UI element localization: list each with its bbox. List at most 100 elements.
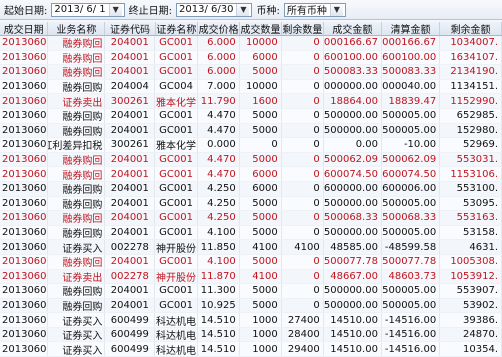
table-cell: 5000 [240, 254, 282, 269]
table-row[interactable]: 20130606 融券购回 204001 GC001 4.100 5000 0 500077.… [0, 254, 502, 270]
table-cell: 0 [282, 138, 324, 152]
table-row[interactable]: 20130604 融券购回 204001 GC001 4.470 5000 0 500062.… [0, 152, 502, 168]
table-cell: 0 [282, 181, 324, 196]
table-cell: 1134151. [440, 79, 502, 94]
table-cell: 500000.00 [324, 123, 382, 138]
table-cell: 20130607 [2, 313, 49, 327]
table-cell: 20130603 [2, 79, 49, 94]
table-cell: -14516.00 [382, 342, 441, 357]
table-cell: 融券回购 [48, 225, 106, 240]
table-row[interactable]: 20130607 证券买入 600499 科达机电 14.510 1000 29400 145… [0, 342, 502, 357]
table-cell: 证券卖出 [48, 269, 106, 284]
table-row[interactable]: 20130604 融券购回 204001 GC001 4.470 6000 0 600074.… [0, 167, 502, 182]
table-cell: 10000 [240, 79, 282, 94]
table-cell: 5000 [240, 65, 282, 79]
table-row[interactable]: 20130604 融券回购 204001 GC001 4.250 5000 0 500000.… [0, 196, 502, 212]
column-header[interactable]: 成交价格 [198, 22, 241, 35]
column-header[interactable]: 成交日期 [0, 22, 49, 35]
table-row[interactable]: 20130603融券购回204001GC0016.000100000100016… [0, 36, 502, 51]
table-row[interactable]: 20130606 融券回购 204001 GC001 11.300 5000 0 500000… [0, 284, 502, 299]
table-cell: 科达机电 [155, 327, 198, 342]
table-row[interactable]: 20130607 证券买入 600499 科达机电 14.510 1000 28400 145… [0, 327, 502, 343]
table-cell: 500000.00 [324, 284, 382, 298]
start-date-picker[interactable]: 2013/ 6/ 1 ▼ [51, 2, 125, 17]
table-cell: 5000 [240, 123, 282, 138]
table-header: 成交日期 业务名称 证券代码 证券名称 成交价格 成交数量 剩余数量 成交金额 … [0, 22, 502, 36]
table-row[interactable]: 20130606 证券卖出 002278 神开股份 11.870 4100 0 48667.0… [0, 269, 502, 285]
table-row[interactable]: 20130607 证券买入 600499 科达机电 14.510 1000 27400 145… [0, 313, 502, 328]
table-cell: 神开股份 [155, 240, 198, 254]
column-header[interactable]: 证券代码 [105, 22, 156, 35]
table-row[interactable]: 20130605 融券回购 204001 GC001 4.100 5000 0 500000.… [0, 225, 502, 241]
transactions-table: 成交日期 业务名称 证券代码 证券名称 成交价格 成交数量 剩余数量 成交金额 … [0, 22, 502, 357]
chevron-down-icon[interactable]: ▼ [329, 3, 343, 16]
table-cell: 39386. [440, 313, 502, 327]
currency-label: 币种: [256, 6, 280, 17]
table-cell: 融券回购 [48, 196, 106, 211]
table-row[interactable]: 20130603融券回购204004GC0047.000100000100000… [0, 79, 502, 95]
column-header[interactable]: 剩余金额 [440, 22, 502, 35]
table-cell: 10354. [440, 342, 502, 357]
table-row[interactable]: 20130603 证券卖出 300261 雅本化学 11.790 1600 0 18864.0… [0, 94, 502, 109]
table-cell: 204001 [105, 196, 156, 211]
table-row[interactable]: 20130604股息红利差异扣税300261雅本化学0.000000.00-10… [0, 138, 502, 153]
table-cell: 20130604 [2, 138, 49, 152]
table-row[interactable]: 20130605 融券购回 204001 GC001 4.250 5000 0 500068.… [0, 211, 502, 226]
currency-select[interactable]: 所有币种 ▼ [283, 2, 346, 17]
end-date-value: 2013/ 6/30 [179, 4, 234, 15]
table-cell: -600006.00 [382, 181, 441, 196]
table-cell: 1000 [240, 327, 282, 342]
table-cell: 204001 [105, 284, 156, 298]
column-header[interactable]: 成交金额 [324, 22, 382, 35]
table-row[interactable]: 20130603 融券购回 204001 GC001 6.000 5000 0 500083.… [0, 65, 502, 80]
table-cell: GC001 [155, 211, 198, 225]
table-cell: 4631. [440, 240, 502, 254]
table-cell: 204001 [105, 181, 156, 196]
table-cell: GC001 [155, 196, 198, 211]
table-cell: 1000 [240, 313, 282, 327]
table-cell: 0 [282, 269, 324, 284]
table-cell: 20130604 [2, 181, 49, 196]
table-cell: 证券买入 [48, 313, 106, 327]
table-row[interactable]: 20130603 融券回购 204001 GC001 4.470 5000 0 500000.… [0, 108, 502, 124]
table-cell: 股息红利差异扣税 [48, 138, 106, 152]
column-header[interactable]: 清算金额 [382, 22, 441, 35]
table-cell: 0.00 [324, 138, 382, 152]
column-header[interactable]: 业务名称 [48, 22, 106, 35]
table-row[interactable]: 20130606 证券买入 002278 神开股份 11.850 4100 4100 4858… [0, 240, 502, 255]
table-cell: 14.510 [198, 313, 240, 327]
column-header[interactable]: 证券名称 [156, 22, 199, 35]
chevron-down-icon[interactable]: ▼ [108, 3, 122, 16]
table-cell: 300261 [105, 94, 156, 108]
table-cell: 20130605 [2, 225, 49, 240]
table-row[interactable]: 20130604 融券回购 204001 GC001 4.250 6000 0 600000.… [0, 181, 502, 197]
table-row[interactable]: 20130603 融券购回 204001 GC001 6.000 6000 0 600100.… [0, 50, 502, 66]
table-cell: 0 [282, 79, 324, 94]
chevron-down-icon[interactable]: ▼ [236, 3, 250, 16]
table-cell: 20130603 [2, 50, 49, 65]
filter-toolbar: 起始日期: 2013/ 6/ 1 ▼ 终止日期: 2013/ 6/30 ▼ 币种… [0, 0, 502, 20]
table-cell: 20130603 [2, 65, 49, 79]
table-cell: 6000 [240, 181, 282, 196]
end-date-picker[interactable]: 2013/ 6/30 ▼ [176, 2, 253, 17]
table-cell: 5000 [240, 196, 282, 211]
table-cell: 20130603 [2, 94, 49, 108]
table-cell: 融券购回 [48, 65, 106, 79]
table-cell: 融券购回 [48, 167, 106, 181]
table-cell: 500083.33 [324, 65, 382, 79]
table-cell: GC001 [155, 108, 198, 123]
column-header[interactable]: 剩余数量 [282, 22, 324, 35]
table-row[interactable]: 20130603 融券回购 204001 GC001 4.470 5000 0 500000.… [0, 123, 502, 139]
table-cell: 0 [282, 284, 324, 298]
table-cell: 204001 [105, 254, 156, 269]
table-cell: 4.470 [198, 123, 240, 138]
table-cell: 20130604 [2, 152, 49, 167]
table-cell: 204001 [105, 65, 156, 79]
table-cell: 20130606 [2, 269, 49, 284]
table-cell: GC001 [155, 65, 198, 79]
column-header[interactable]: 成交数量 [240, 22, 282, 35]
table-cell: GC001 [155, 254, 198, 269]
table-cell: 152980. [440, 123, 502, 138]
table-cell: 4100 [240, 269, 282, 284]
table-cell: 证券买入 [48, 240, 106, 254]
